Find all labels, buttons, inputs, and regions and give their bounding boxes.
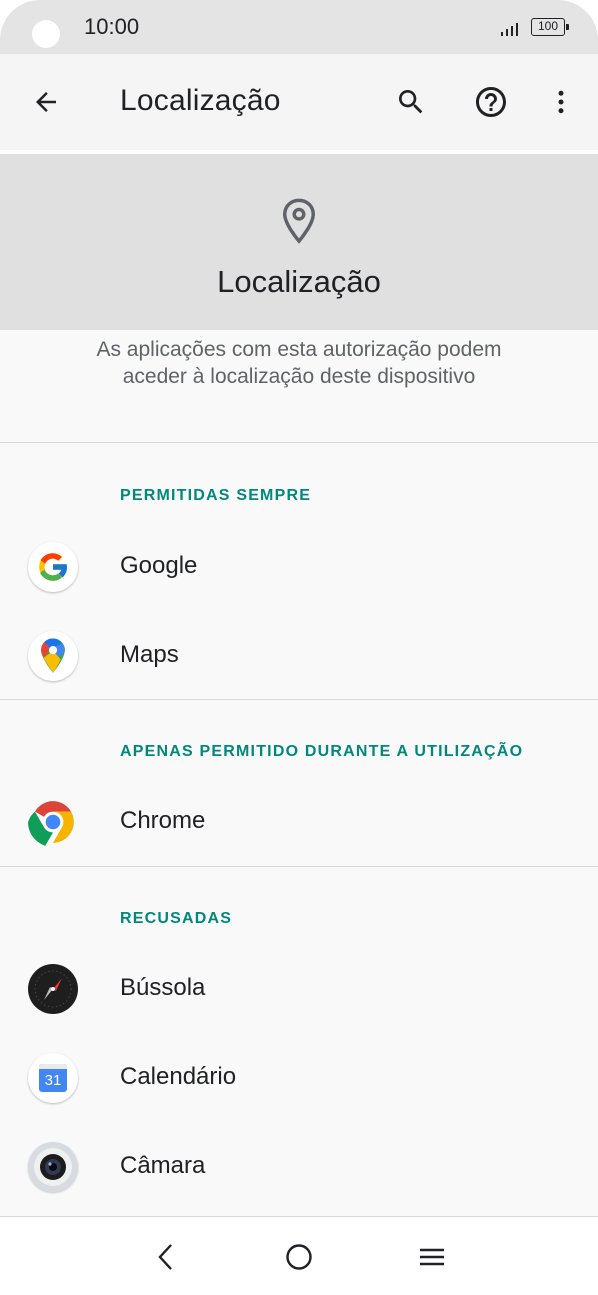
camera-icon: [28, 1142, 78, 1192]
navigation-bar: [0, 1216, 598, 1295]
nav-recents-button[interactable]: [407, 1232, 457, 1282]
compass-icon: [28, 964, 78, 1014]
chevron-left-icon: [158, 1244, 172, 1270]
app-label: Bússola: [120, 974, 206, 1001]
battery-level: 100: [537, 19, 559, 33]
divider: [0, 1216, 598, 1217]
section-header-always-allowed: PERMITIDAS SEMPRE: [120, 487, 312, 504]
search-button[interactable]: [387, 78, 435, 126]
app-row-camera[interactable]: Câmara: [0, 1122, 598, 1211]
circle-home-icon: [286, 1244, 312, 1270]
app-row-chrome[interactable]: Chrome: [0, 777, 598, 866]
more-vert-icon: [558, 90, 564, 114]
help-circle-icon: [476, 87, 506, 117]
permission-description: As aplicações com esta autorização podem…: [96, 338, 502, 388]
app-bar: Localização: [0, 54, 598, 150]
location-pin-icon: [283, 198, 315, 244]
app-label: Google: [120, 552, 198, 579]
divider: [0, 442, 598, 443]
calendar-icon: 31: [28, 1053, 78, 1103]
nav-home-button[interactable]: [274, 1232, 324, 1282]
app-permissions-list: As aplicações com esta autorização podem…: [0, 330, 598, 1216]
chrome-icon: [28, 797, 78, 847]
divider: [0, 866, 598, 867]
page-title: Localização: [120, 84, 281, 117]
more-options-button[interactable]: [537, 78, 585, 126]
location-header: Localização: [0, 154, 598, 330]
app-row-compass[interactable]: Bússola: [0, 944, 598, 1033]
google-icon: [28, 542, 78, 592]
app-row-google[interactable]: Google: [0, 522, 598, 611]
status-time: 10:00: [84, 14, 140, 39]
divider: [0, 699, 598, 700]
menu-lines-icon: [420, 1248, 444, 1266]
arrow-left-icon: [36, 92, 56, 112]
app-row-maps[interactable]: Maps: [0, 611, 598, 700]
status-bar: 10:00 100: [0, 0, 598, 54]
app-row-calendar[interactable]: 31 Calendário: [0, 1033, 598, 1122]
section-header-while-in-use: APENAS PERMITIDO DURANTE A UTILIZAÇÃO: [120, 743, 524, 760]
calendar-day: 31: [44, 1072, 62, 1089]
back-button[interactable]: [22, 78, 70, 126]
app-label: Maps: [120, 641, 179, 668]
calendar-page: 31: [39, 1064, 67, 1092]
help-button[interactable]: [467, 78, 515, 126]
calendar-tab: [39, 1064, 67, 1069]
battery-icon: 100: [531, 18, 569, 36]
app-label: Calendário: [120, 1063, 237, 1090]
app-label: Câmara: [120, 1152, 206, 1179]
maps-icon: [28, 631, 78, 681]
header-title: Localização: [217, 264, 381, 299]
signal-icon: [501, 23, 518, 36]
app-label: Chrome: [120, 807, 206, 834]
nav-back-button[interactable]: [141, 1232, 191, 1282]
camera-cutout: [32, 20, 60, 48]
section-header-denied: RECUSADAS: [120, 910, 233, 927]
search-icon: [399, 90, 423, 114]
